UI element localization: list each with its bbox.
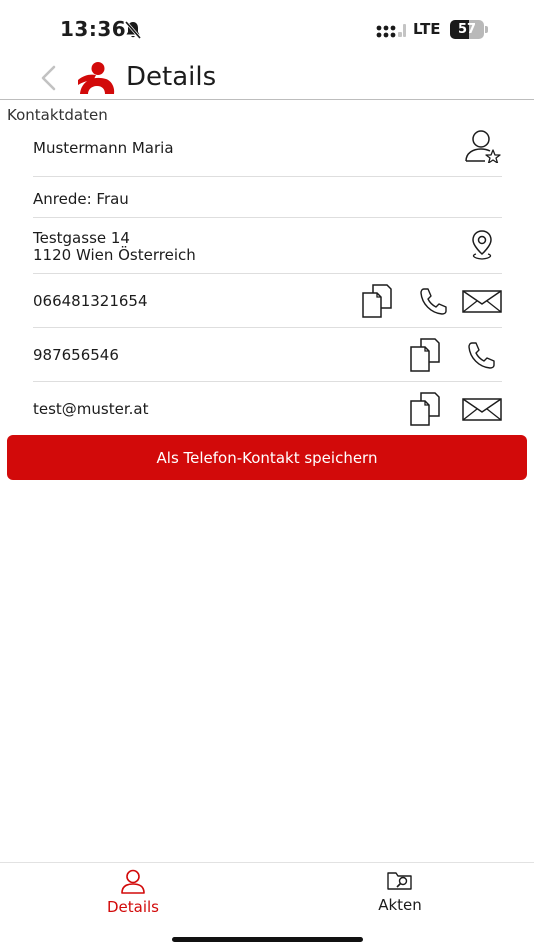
home-indicator <box>172 937 363 942</box>
tab-details[interactable]: Details <box>63 863 203 923</box>
status-time: 13:36 <box>60 17 127 41</box>
cellular-signal-icon <box>376 24 406 38</box>
address-row: Testgasse 14 1120 Wien Österreich <box>33 218 502 274</box>
mail-icon[interactable] <box>462 397 502 421</box>
map-pin-icon[interactable] <box>470 229 494 261</box>
copy-icon[interactable] <box>361 284 402 318</box>
battery-body: 57 <box>450 20 484 39</box>
salutation: Anrede: Frau <box>33 190 129 208</box>
section-title: Kontaktdaten <box>7 106 108 124</box>
save-as-phone-contact-button[interactable]: Als Telefon-Kontakt speichern <box>7 435 527 480</box>
copy-icon[interactable] <box>409 338 450 372</box>
phone-number-1: 066481321654 <box>33 292 148 310</box>
phone-number-2: 987656546 <box>33 346 119 364</box>
copy-icon[interactable] <box>409 392 450 426</box>
tab-akten-label: Akten <box>378 896 422 914</box>
salutation-row: Anrede: Frau <box>33 177 502 218</box>
phone-icon[interactable] <box>418 286 448 316</box>
contact-name-row: Mustermann Maria <box>33 124 502 177</box>
phone-icon[interactable] <box>466 340 496 370</box>
folder-search-icon <box>387 872 412 890</box>
contact-list: Mustermann Maria Anrede: Frau Testgasse … <box>33 124 502 434</box>
email-row: test@muster.at <box>33 382 502 434</box>
network-label: LTE <box>413 20 441 38</box>
address-line1: Testgasse 14 <box>33 229 130 247</box>
person-star-icon[interactable] <box>464 129 502 163</box>
name-row-actions <box>464 129 502 163</box>
tab-details-label: Details <box>106 898 159 916</box>
phone-row-1: 066481321654 <box>33 274 502 328</box>
nav-header: Details <box>0 58 534 100</box>
bell-slash-icon <box>124 21 142 39</box>
chevron-left-icon[interactable] <box>38 64 58 92</box>
tab-akten[interactable]: Akten <box>330 863 470 923</box>
battery-indicator: 57 <box>450 20 488 39</box>
battery-nub <box>485 26 488 33</box>
address-row-actions <box>470 229 494 261</box>
status-bar: 13:36 LTE 57 <box>0 0 534 58</box>
phone-row-1-actions <box>349 284 502 318</box>
email-row-actions <box>397 392 502 426</box>
email-address: test@muster.at <box>33 400 149 418</box>
person-icon <box>121 869 145 894</box>
battery-level: 57 <box>457 22 477 37</box>
phone-row-2-actions <box>397 338 496 372</box>
page-title: Details <box>126 62 217 92</box>
app-logo-icon <box>78 62 115 94</box>
contact-name: Mustermann Maria <box>33 139 174 157</box>
phone-row-2: 987656546 <box>33 328 502 382</box>
address-line2: 1120 Wien Österreich <box>33 246 196 264</box>
mail-icon[interactable] <box>462 289 502 313</box>
